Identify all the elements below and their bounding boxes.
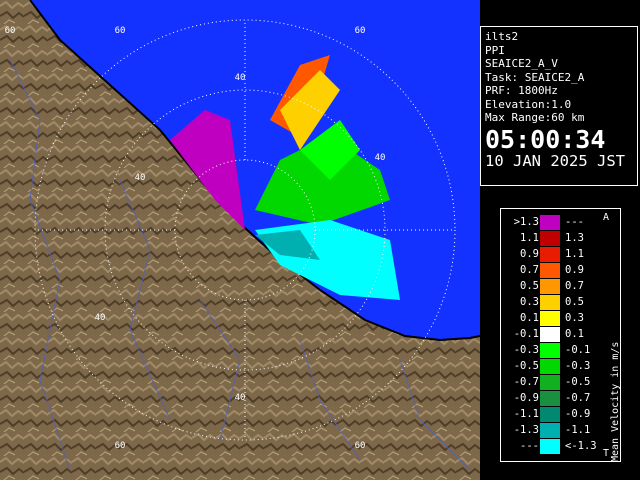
radar-ppi-map: 60 40 40 60 40 60 40 40 60 60 [0, 0, 480, 480]
legend-high-value: -0.3 [565, 360, 591, 372]
range-label: 40 [95, 313, 106, 323]
legend-high-value: 1.3 [565, 232, 584, 244]
task-name: Task: SEAICE2_A [485, 70, 585, 84]
legend-color-swatch [540, 215, 560, 230]
legend-row: -0.3 -0.1 [501, 343, 601, 358]
legend-color-swatch [540, 311, 560, 326]
legend-high-value: 0.9 [565, 264, 584, 276]
legend-low-value: -1.1 [513, 408, 539, 420]
legend-row: 0.9 1.1 [501, 247, 601, 262]
legend-bottom-mark: T [603, 448, 610, 459]
legend-row: 1.1 1.3 [501, 231, 601, 246]
legend-low-value: 0.3 [520, 296, 539, 308]
legend-low-value: 0.1 [520, 312, 539, 324]
legend-high-value: -0.5 [565, 376, 591, 388]
legend-high-value: --- [565, 216, 584, 228]
legend-row: 0.5 0.7 [501, 279, 601, 294]
legend-high-value: <-1.3 [565, 440, 597, 452]
legend-color-swatch [540, 407, 560, 422]
range-label: 60 [115, 441, 126, 451]
legend-row: -1.1 -0.9 [501, 407, 601, 422]
range-label: 40 [135, 173, 146, 183]
range-label: 60 [355, 26, 366, 36]
legend-high-value: -0.1 [565, 344, 591, 356]
elevation-value: Elevation:1.0 [485, 97, 572, 111]
range-label: 60 [115, 26, 126, 36]
max-range-value: Max Range:60 km [485, 111, 585, 124]
legend-color-swatch [540, 391, 560, 406]
legend-color-swatch [540, 327, 560, 342]
legend-row: --- <-1.3 [501, 439, 601, 454]
legend-unit-label: Mean Velocity in m/s [610, 341, 621, 462]
legend-low-value: -0.5 [513, 360, 539, 372]
legend-low-value: 0.9 [520, 248, 539, 260]
range-label: 40 [375, 153, 386, 163]
legend-color-swatch [540, 263, 560, 278]
legend-color-swatch [540, 231, 560, 246]
legend-low-value: >1.3 [513, 216, 539, 228]
legend-color-swatch [540, 359, 560, 374]
legend-color-swatch [540, 247, 560, 262]
legend-color-swatch [540, 423, 560, 438]
legend-row: -0.1 0.1 [501, 327, 601, 342]
legend-low-value: 0.5 [520, 280, 539, 292]
scan-info-panel: ilts2 PPI SEAICE2_A_V Task: SEAICE2_A PR… [480, 26, 638, 186]
scan-type: PPI [485, 43, 505, 57]
legend-row: 0.3 0.5 [501, 295, 601, 310]
legend-row: 0.1 0.3 [501, 311, 601, 326]
legend-color-swatch [540, 375, 560, 390]
legend-high-value: 0.3 [565, 312, 584, 324]
legend-row: -0.5 -0.3 [501, 359, 601, 374]
legend-high-value: -0.9 [565, 408, 591, 420]
range-label: 60 [5, 26, 16, 36]
scan-date: 10 JAN 2025 JST [485, 151, 625, 170]
legend-row: -0.7 -0.5 [501, 375, 601, 390]
legend-row: >1.3 --- [501, 215, 601, 230]
legend-low-value: 0.7 [520, 264, 539, 276]
velocity-legend: >1.3 --- 1.1 1.3 0.9 1.1 0.7 0.9 0.5 0.7 0.3 0.5 0.1… [500, 208, 621, 462]
legend-row: 0.7 0.9 [501, 263, 601, 278]
scan-time: 05:00:34 [485, 124, 606, 154]
legend-high-value: 1.1 [565, 248, 584, 260]
legend-color-swatch [540, 343, 560, 358]
legend-low-value: 1.1 [520, 232, 539, 244]
legend-low-value: -0.7 [513, 376, 539, 388]
legend-row: -1.3 -1.1 [501, 423, 601, 438]
legend-low-value: -0.3 [513, 344, 539, 356]
legend-low-value: -1.3 [513, 424, 539, 436]
legend-row: -0.9 -0.7 [501, 391, 601, 406]
range-label: 60 [355, 441, 366, 451]
legend-high-value: -0.7 [565, 392, 591, 404]
range-label: 40 [235, 393, 246, 403]
legend-high-value: 0.1 [565, 328, 584, 340]
prf-value: PRF: 1800Hz [485, 84, 558, 97]
legend-high-value: 0.5 [565, 296, 584, 308]
legend-top-mark: A [603, 212, 610, 223]
legend-low-value: -0.9 [513, 392, 539, 404]
station-name: ilts2 [485, 30, 519, 43]
legend-low-value: -0.1 [513, 328, 539, 340]
legend-color-swatch [540, 295, 560, 310]
product-name: SEAICE2_A_V [485, 57, 558, 70]
legend-color-swatch [540, 439, 560, 454]
legend-high-value: -1.1 [565, 424, 591, 436]
legend-high-value: 0.7 [565, 280, 584, 292]
range-label: 40 [235, 73, 246, 83]
legend-color-swatch [540, 279, 560, 294]
legend-low-value: --- [520, 440, 539, 452]
